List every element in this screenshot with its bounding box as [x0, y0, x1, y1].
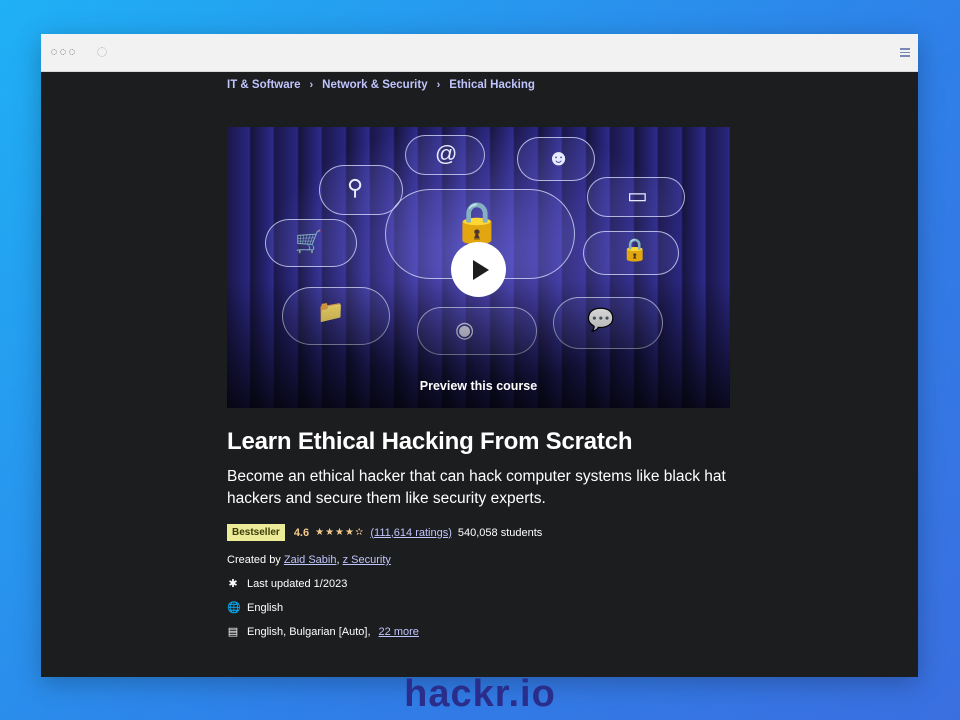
play-button[interactable]: [451, 242, 506, 297]
hamburger-menu-icon[interactable]: [900, 48, 910, 59]
cloud-icon: [583, 231, 679, 275]
breadcrumb: IT & Software › Network & Security › Eth…: [227, 79, 730, 91]
alert-badge-icon: ✱: [228, 578, 238, 590]
cloud-icon: [553, 297, 663, 349]
course-title: Learn Ethical Hacking From Scratch: [227, 428, 633, 455]
chevron-right-icon: ›: [436, 79, 441, 91]
cart-icon: 🛒: [295, 229, 323, 254]
window-dot-icon[interactable]: [60, 49, 66, 55]
language-text: English: [247, 601, 284, 614]
course-stats: Bestseller 4.6 ★★★★✫ (111,614 ratings) 5…: [227, 524, 730, 541]
window-dot-icon[interactable]: [69, 49, 75, 55]
cloud-icon: [405, 135, 485, 175]
cloud-icon: [319, 165, 403, 215]
user-icon: ☻: [547, 145, 571, 170]
language-row: 🌐 English: [227, 601, 730, 615]
captions-text: English, Bulgarian [Auto],: [247, 625, 371, 638]
browser-topbar: [41, 34, 918, 72]
search-icon: ⚲: [347, 175, 364, 200]
course-header: IT & Software › Network & Security › Eth…: [227, 72, 730, 638]
cloud-icon: [517, 137, 595, 181]
breadcrumb-ethical-hacking[interactable]: Ethical Hacking: [449, 79, 535, 91]
author-link-zaid-sabih[interactable]: Zaid Sabih: [284, 554, 337, 566]
rating-value: 4.6: [293, 526, 310, 539]
breadcrumb-network-security[interactable]: Network & Security: [322, 79, 427, 91]
course-preview-video[interactable]: @ ☻ ⚲ ▭ 🔒 🛒 🔒 📁 ◉ 💬 Preview this course: [227, 127, 730, 408]
students-count: 540,058 students: [457, 526, 543, 539]
lock-icon: 🔒: [452, 201, 502, 245]
folder-icon: 📁: [317, 299, 345, 324]
camera-icon: ◉: [455, 317, 475, 342]
lock-icon: 🔒: [621, 237, 649, 262]
breadcrumb-it-software[interactable]: IT & Software: [227, 79, 300, 91]
cloud-icon: [265, 219, 357, 267]
captions-row: ▤ English, Bulgarian [Auto], 22 more: [227, 625, 730, 639]
captions-more-link[interactable]: 22 more: [379, 626, 419, 638]
created-by-label: Created by: [227, 554, 281, 566]
window-controls[interactable]: [51, 49, 75, 55]
last-updated-text: Last updated 1/2023: [247, 577, 348, 590]
bestseller-badge: Bestseller: [227, 524, 285, 541]
author-link-z-security[interactable]: z Security: [343, 554, 391, 566]
globe-icon: 🌐: [227, 602, 241, 614]
ratings-count-link[interactable]: (111,614 ratings): [370, 527, 452, 539]
tablet-icon: ▭: [627, 183, 648, 208]
star-rating-icon: ★★★★✫: [315, 527, 365, 538]
cloud-icon: [282, 287, 390, 345]
hackr-io-logo: hackr.io: [404, 673, 556, 715]
chevron-right-icon: ›: [309, 79, 314, 91]
preview-course-label[interactable]: Preview this course: [227, 379, 730, 393]
at-icon: @: [435, 141, 458, 166]
window-dot-icon[interactable]: [51, 49, 57, 55]
cloud-icon: [587, 177, 685, 217]
created-by: Created by Zaid Sabih, z Security: [227, 554, 730, 566]
last-updated-row: ✱ Last updated 1/2023: [227, 577, 730, 591]
cloud-icon: [417, 307, 537, 355]
chat-icon: 💬: [587, 307, 615, 332]
loading-spinner-icon: [97, 47, 107, 57]
course-subtitle: Become an ethical hacker that can hack c…: [227, 468, 726, 507]
play-icon: [472, 259, 489, 280]
browser-window: IT & Software › Network & Security › Eth…: [41, 34, 918, 677]
closed-captions-icon: ▤: [227, 626, 239, 638]
